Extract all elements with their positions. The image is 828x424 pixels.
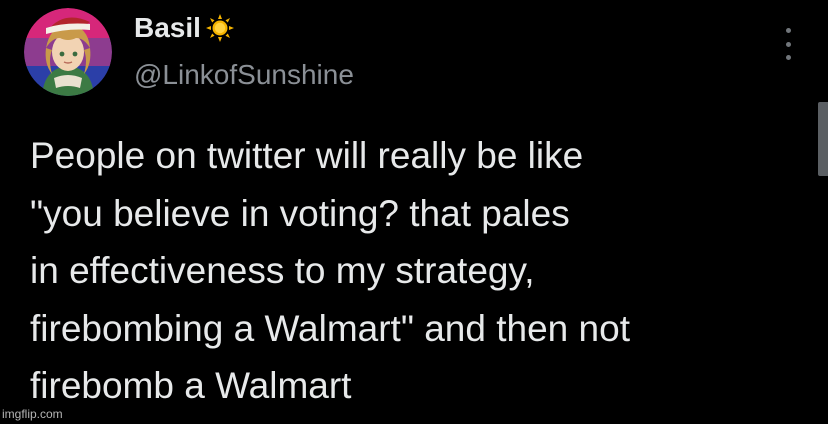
display-name[interactable]: Basil bbox=[134, 12, 201, 44]
scrollbar-thumb[interactable] bbox=[818, 102, 828, 176]
tweet-line: firebombing a Walmart" and then not bbox=[30, 307, 630, 349]
more-dot bbox=[785, 55, 791, 60]
watermark: imgflip.com bbox=[2, 407, 63, 421]
avatar-image bbox=[24, 8, 112, 96]
tweet-card: Basil @LinkofSunshine People on twitter … bbox=[0, 0, 828, 424]
more-dot bbox=[785, 41, 791, 47]
more-options-button[interactable] bbox=[778, 26, 798, 62]
tweet-line: firebomb a Walmart bbox=[30, 365, 352, 406]
tweet-line: "you believe in voting? that pales bbox=[30, 192, 570, 234]
user-handle[interactable]: @LinkofSunshine bbox=[134, 58, 354, 92]
tweet-line: in effectiveness to my strategy, bbox=[30, 250, 535, 291]
avatar[interactable] bbox=[24, 8, 112, 96]
tweet-line: People on twitter will really be like bbox=[30, 135, 584, 176]
sun-icon bbox=[205, 14, 234, 42]
more-dot bbox=[785, 28, 791, 33]
tweet-text: People on twitter will really be like "y… bbox=[30, 127, 810, 415]
name-row: Basil bbox=[134, 12, 235, 44]
